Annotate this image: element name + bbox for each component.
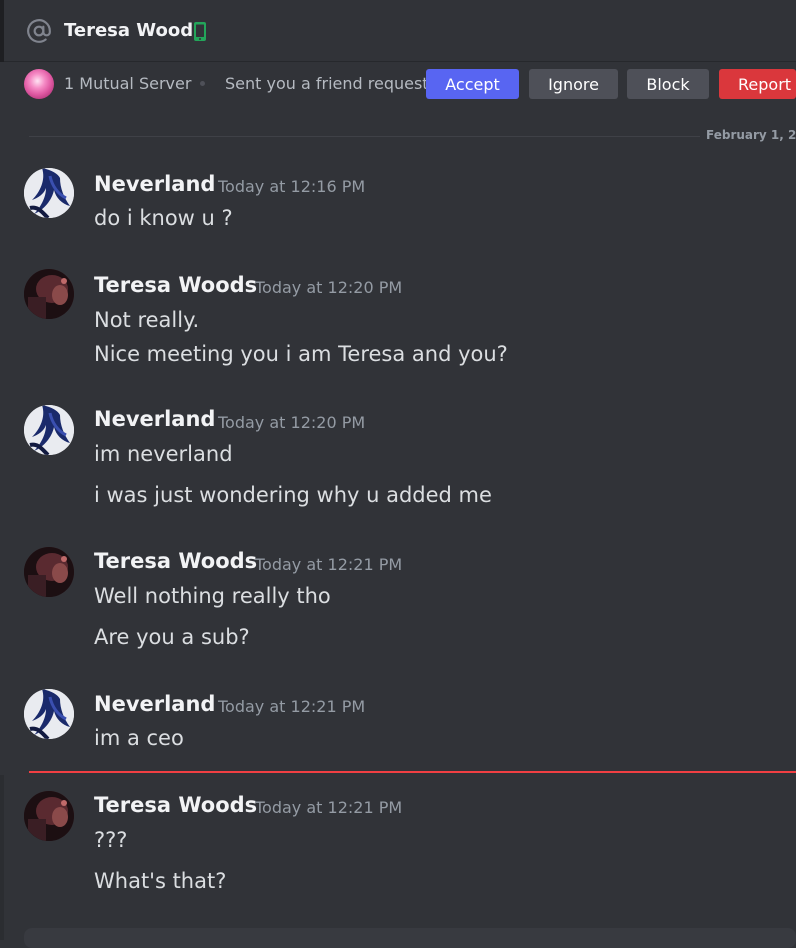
message-text: Well nothing really tho bbox=[94, 584, 331, 608]
message-text: ??? bbox=[94, 828, 128, 852]
block-button[interactable]: Block bbox=[627, 69, 709, 99]
message-text: What's that? bbox=[94, 869, 227, 893]
message-author[interactable]: Neverland bbox=[94, 407, 215, 431]
avatar-art-icon bbox=[24, 168, 74, 218]
sidebar-edge bbox=[0, 775, 4, 940]
friend-request-bar: 1 Mutual Server Sent you a friend reques… bbox=[0, 63, 796, 105]
channel-header: Teresa Woods bbox=[0, 0, 796, 62]
mobile-phone-icon bbox=[194, 22, 206, 41]
message-author[interactable]: Neverland bbox=[94, 692, 215, 716]
message-text: im neverland bbox=[94, 442, 233, 466]
avatar-art-icon bbox=[24, 547, 74, 597]
message-timestamp: Today at 12:21 PM bbox=[218, 697, 366, 716]
message-text: i was just wondering why u added me bbox=[94, 483, 492, 507]
report-button[interactable]: Report bbox=[719, 69, 796, 99]
message-timestamp: Today at 12:20 PM bbox=[255, 278, 403, 297]
date-divider-label: February 1, 20 bbox=[700, 128, 796, 142]
avatar[interactable] bbox=[24, 168, 74, 218]
message-text: do i know u ? bbox=[94, 206, 233, 230]
message-timestamp: Today at 12:16 PM bbox=[218, 177, 366, 196]
message-author[interactable]: Teresa Woods bbox=[94, 273, 257, 297]
message-author[interactable]: Teresa Woods bbox=[94, 793, 257, 817]
accept-button[interactable]: Accept bbox=[426, 69, 519, 99]
friend-request-prompt: Sent you a friend request: bbox=[225, 74, 434, 93]
message-author[interactable]: Neverland bbox=[94, 172, 215, 196]
date-divider bbox=[29, 136, 796, 137]
avatar-art-icon bbox=[24, 269, 74, 319]
message-text: Not really. bbox=[94, 308, 200, 332]
message-text: Are you a sub? bbox=[94, 625, 250, 649]
message-text: Nice meeting you i am Teresa and you? bbox=[94, 342, 508, 366]
avatar-art-icon bbox=[24, 689, 74, 739]
message-timestamp: Today at 12:20 PM bbox=[218, 413, 366, 432]
sidebar-edge bbox=[0, 0, 4, 62]
message-timestamp: Today at 12:21 PM bbox=[255, 555, 403, 574]
new-messages-divider bbox=[29, 771, 796, 773]
avatar[interactable] bbox=[24, 547, 74, 597]
message-timestamp: Today at 12:21 PM bbox=[255, 798, 403, 817]
at-sign-icon bbox=[27, 19, 51, 43]
avatar[interactable] bbox=[24, 405, 74, 455]
avatar-art-icon bbox=[24, 791, 74, 841]
ignore-button[interactable]: Ignore bbox=[529, 69, 618, 99]
separator-dot bbox=[200, 81, 205, 86]
avatar[interactable] bbox=[24, 269, 74, 319]
mutual-servers-link[interactable]: 1 Mutual Server bbox=[64, 74, 191, 93]
avatar-art-icon bbox=[24, 405, 74, 455]
dm-user-name[interactable]: Teresa Woods bbox=[64, 20, 204, 41]
avatar[interactable] bbox=[24, 791, 74, 841]
message-composer[interactable] bbox=[24, 928, 796, 948]
server-avatar-icon[interactable] bbox=[24, 69, 54, 99]
message-author[interactable]: Teresa Woods bbox=[94, 549, 257, 573]
avatar[interactable] bbox=[24, 689, 74, 739]
message-text: im a ceo bbox=[94, 726, 184, 750]
